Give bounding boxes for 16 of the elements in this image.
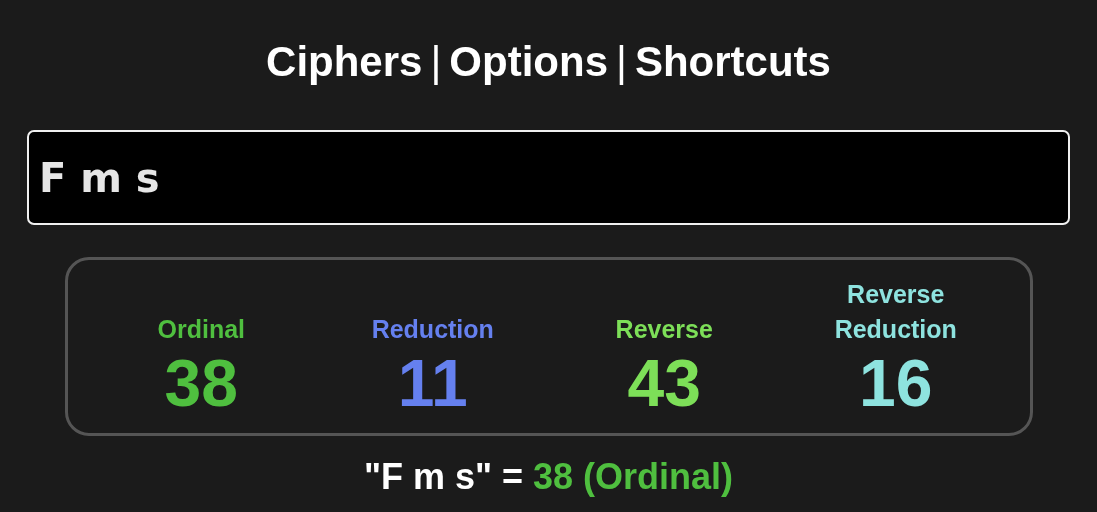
separator: | [430,38,442,86]
cipher-value: 11 [397,347,468,419]
cipher-name[interactable]: Reverse Reduction [810,277,981,347]
cipher-value: 16 [859,347,933,419]
cipher-name[interactable]: Ordinal [116,312,287,347]
result-phrase: "F m s" = [363,456,524,498]
phrase-input-field[interactable]: F m s [27,130,1070,225]
separator: | [616,38,627,86]
result-value: 38 (Ordinal) [533,456,734,498]
nav-link[interactable]: Ciphers [266,38,423,86]
cipher-name[interactable]: Reverse [579,312,750,347]
cipher-value: 38 [164,347,238,419]
cipher-name[interactable]: Reduction [347,312,518,347]
nav-link[interactable]: Shortcuts [634,38,831,86]
cipher-value: 43 [627,347,701,419]
nav-link[interactable]: Options [449,38,608,86]
